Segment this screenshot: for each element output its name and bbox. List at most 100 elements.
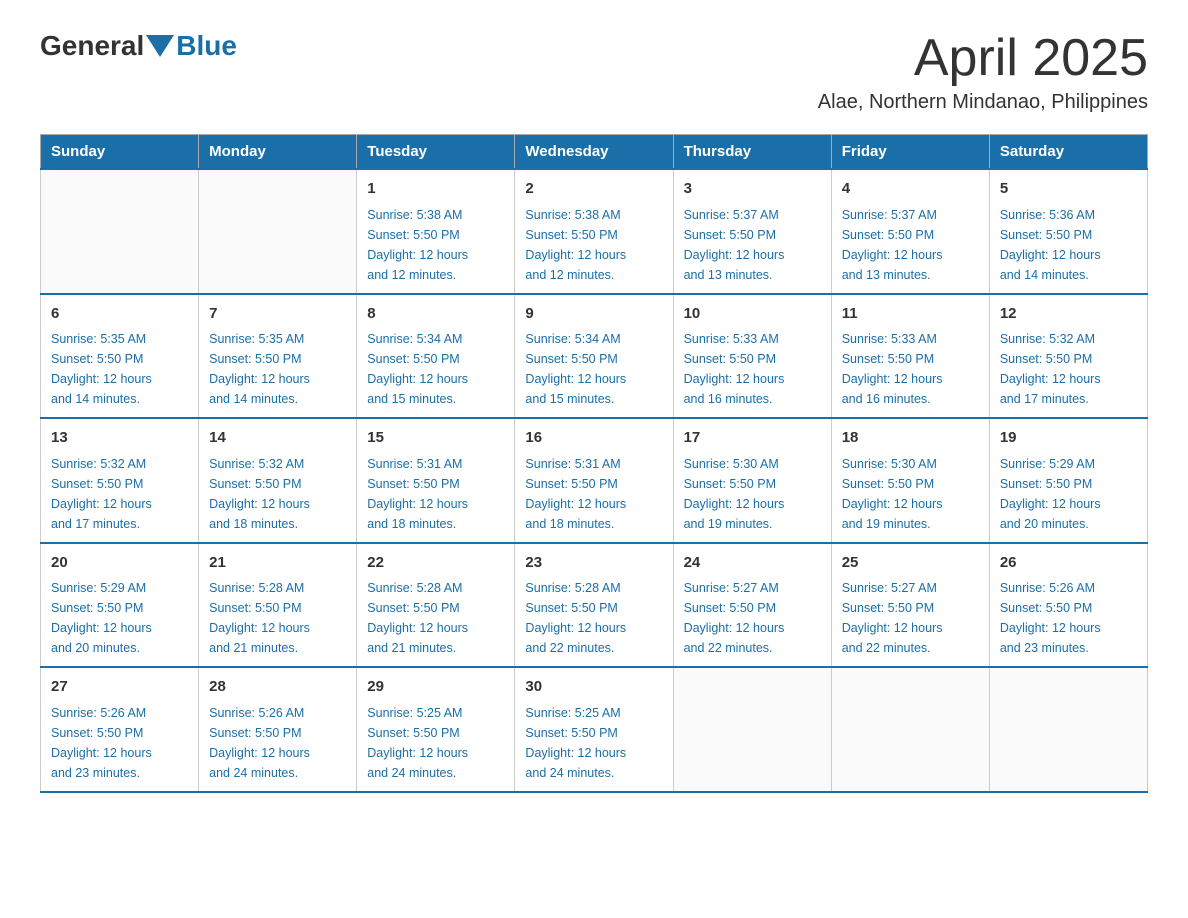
calendar-day-header: Tuesday [357, 135, 515, 170]
calendar-cell: 17 Sunrise: 5:30 AM Sunset: 5:50 PM Dayli… [673, 418, 831, 543]
day-info: Sunrise: 5:32 AM Sunset: 5:50 PM Dayligh… [209, 454, 346, 534]
day-number: 12 [1000, 303, 1137, 326]
calendar-week-row: 13 Sunrise: 5:32 AM Sunset: 5:50 PM Dayli… [41, 418, 1148, 543]
day-info: Sunrise: 5:29 AM Sunset: 5:50 PM Dayligh… [1000, 454, 1137, 534]
day-number: 4 [842, 178, 979, 201]
day-number: 17 [684, 427, 821, 450]
calendar-cell: 25Sunrise: 5:27 AM Sunset: 5:50 PM Dayli… [831, 543, 989, 668]
calendar-cell: 30 Sunrise: 5:25 AM Sunset: 5:50 PM Dayli… [515, 667, 673, 792]
calendar-cell: 8 Sunrise: 5:34 AM Sunset: 5:50 PM Daylig… [357, 294, 515, 419]
day-number: 18 [842, 427, 979, 450]
logo-triangle-icon [146, 35, 174, 57]
day-number: 5 [1000, 178, 1137, 201]
logo-general-text: General [40, 30, 144, 62]
calendar-day-header: Saturday [989, 135, 1147, 170]
calendar-title: April 2025 [818, 30, 1148, 87]
day-info: Sunrise: 5:38 AM Sunset: 5:50 PM Dayligh… [367, 205, 504, 285]
day-info: Sunrise: 5:25 AM Sunset: 5:50 PM Dayligh… [525, 703, 662, 783]
day-info: Sunrise: 5:34 AM Sunset: 5:50 PM Dayligh… [525, 329, 662, 409]
day-info: Sunrise: 5:28 AM Sunset: 5:50 PM Dayligh… [525, 578, 662, 658]
calendar-cell [41, 169, 199, 294]
day-number: 27 [51, 676, 188, 699]
day-number: 30 [525, 676, 662, 699]
day-info: Sunrise: 5:32 AM Sunset: 5:50 PM Dayligh… [1000, 329, 1137, 409]
day-info: Sunrise: 5:35 AM Sunset: 5:50 PM Dayligh… [51, 329, 188, 409]
day-info: Sunrise: 5:37 AM Sunset: 5:50 PM Dayligh… [684, 205, 821, 285]
day-info: Sunrise: 5:27 AM Sunset: 5:50 PM Dayligh… [684, 578, 821, 658]
calendar-day-header: Monday [199, 135, 357, 170]
calendar-cell [199, 169, 357, 294]
day-info: Sunrise: 5:32 AM Sunset: 5:50 PM Dayligh… [51, 454, 188, 534]
calendar-day-header: Thursday [673, 135, 831, 170]
logo: General Blue [40, 30, 237, 62]
calendar-cell: 13 Sunrise: 5:32 AM Sunset: 5:50 PM Dayli… [41, 418, 199, 543]
calendar-cell: 29Sunrise: 5:25 AM Sunset: 5:50 PM Dayli… [357, 667, 515, 792]
calendar-cell: 27 Sunrise: 5:26 AM Sunset: 5:50 PM Dayli… [41, 667, 199, 792]
day-number: 3 [684, 178, 821, 201]
calendar-week-row: 27 Sunrise: 5:26 AM Sunset: 5:50 PM Dayli… [41, 667, 1148, 792]
calendar-cell [989, 667, 1147, 792]
day-info: Sunrise: 5:26 AM Sunset: 5:50 PM Dayligh… [1000, 578, 1137, 658]
day-info: Sunrise: 5:38 AM Sunset: 5:50 PM Dayligh… [525, 205, 662, 285]
day-number: 22 [367, 552, 504, 575]
calendar-cell: 23 Sunrise: 5:28 AM Sunset: 5:50 PM Dayli… [515, 543, 673, 668]
calendar-cell: 22 Sunrise: 5:28 AM Sunset: 5:50 PM Dayli… [357, 543, 515, 668]
day-number: 2 [525, 178, 662, 201]
day-number: 29 [367, 676, 504, 699]
day-info: Sunrise: 5:33 AM Sunset: 5:50 PM Dayligh… [684, 329, 821, 409]
calendar-cell: 9 Sunrise: 5:34 AM Sunset: 5:50 PM Daylig… [515, 294, 673, 419]
calendar-cell: 16 Sunrise: 5:31 AM Sunset: 5:50 PM Dayli… [515, 418, 673, 543]
day-info: Sunrise: 5:28 AM Sunset: 5:50 PM Dayligh… [209, 578, 346, 658]
day-info: Sunrise: 5:29 AM Sunset: 5:50 PM Dayligh… [51, 578, 188, 658]
day-number: 1 [367, 178, 504, 201]
calendar-week-row: 6 Sunrise: 5:35 AM Sunset: 5:50 PM Daylig… [41, 294, 1148, 419]
calendar-cell [831, 667, 989, 792]
calendar-cell: 11 Sunrise: 5:33 AM Sunset: 5:50 PM Dayli… [831, 294, 989, 419]
calendar-cell: 10Sunrise: 5:33 AM Sunset: 5:50 PM Dayli… [673, 294, 831, 419]
day-number: 14 [209, 427, 346, 450]
day-number: 13 [51, 427, 188, 450]
calendar-week-row: 1 Sunrise: 5:38 AM Sunset: 5:50 PM Daylig… [41, 169, 1148, 294]
day-number: 16 [525, 427, 662, 450]
calendar-cell: 5 Sunrise: 5:36 AM Sunset: 5:50 PM Daylig… [989, 169, 1147, 294]
calendar-location: Alae, Northern Mindanao, Philippines [818, 91, 1148, 114]
calendar-day-header: Sunday [41, 135, 199, 170]
calendar-cell: 21Sunrise: 5:28 AM Sunset: 5:50 PM Dayli… [199, 543, 357, 668]
day-info: Sunrise: 5:35 AM Sunset: 5:50 PM Dayligh… [209, 329, 346, 409]
calendar-week-row: 20 Sunrise: 5:29 AM Sunset: 5:50 PM Dayli… [41, 543, 1148, 668]
day-info: Sunrise: 5:34 AM Sunset: 5:50 PM Dayligh… [367, 329, 504, 409]
calendar-cell: 7Sunrise: 5:35 AM Sunset: 5:50 PM Daylig… [199, 294, 357, 419]
calendar-cell: 24Sunrise: 5:27 AM Sunset: 5:50 PM Dayli… [673, 543, 831, 668]
day-info: Sunrise: 5:26 AM Sunset: 5:50 PM Dayligh… [51, 703, 188, 783]
day-info: Sunrise: 5:26 AM Sunset: 5:50 PM Dayligh… [209, 703, 346, 783]
calendar-cell: 15Sunrise: 5:31 AM Sunset: 5:50 PM Dayli… [357, 418, 515, 543]
day-info: Sunrise: 5:31 AM Sunset: 5:50 PM Dayligh… [525, 454, 662, 534]
day-number: 9 [525, 303, 662, 326]
calendar-day-header: Wednesday [515, 135, 673, 170]
calendar-cell: 1 Sunrise: 5:38 AM Sunset: 5:50 PM Daylig… [357, 169, 515, 294]
day-info: Sunrise: 5:28 AM Sunset: 5:50 PM Dayligh… [367, 578, 504, 658]
day-number: 6 [51, 303, 188, 326]
day-info: Sunrise: 5:30 AM Sunset: 5:50 PM Dayligh… [684, 454, 821, 534]
day-number: 23 [525, 552, 662, 575]
day-number: 19 [1000, 427, 1137, 450]
day-info: Sunrise: 5:27 AM Sunset: 5:50 PM Dayligh… [842, 578, 979, 658]
calendar-cell: 20 Sunrise: 5:29 AM Sunset: 5:50 PM Dayli… [41, 543, 199, 668]
calendar-cell: 4Sunrise: 5:37 AM Sunset: 5:50 PM Daylig… [831, 169, 989, 294]
day-info: Sunrise: 5:33 AM Sunset: 5:50 PM Dayligh… [842, 329, 979, 409]
day-number: 11 [842, 303, 979, 326]
calendar-day-header: Friday [831, 135, 989, 170]
calendar-cell: 28 Sunrise: 5:26 AM Sunset: 5:50 PM Dayli… [199, 667, 357, 792]
calendar-cell: 12 Sunrise: 5:32 AM Sunset: 5:50 PM Dayli… [989, 294, 1147, 419]
day-number: 28 [209, 676, 346, 699]
day-number: 20 [51, 552, 188, 575]
calendar-cell [673, 667, 831, 792]
calendar-cell: 2 Sunrise: 5:38 AM Sunset: 5:50 PM Daylig… [515, 169, 673, 294]
calendar-cell: 14 Sunrise: 5:32 AM Sunset: 5:50 PM Dayli… [199, 418, 357, 543]
day-info: Sunrise: 5:36 AM Sunset: 5:50 PM Dayligh… [1000, 205, 1137, 285]
calendar-cell: 6 Sunrise: 5:35 AM Sunset: 5:50 PM Daylig… [41, 294, 199, 419]
calendar-cell: 26Sunrise: 5:26 AM Sunset: 5:50 PM Dayli… [989, 543, 1147, 668]
logo-blue-text: Blue [176, 30, 237, 62]
calendar-header-row: SundayMondayTuesdayWednesdayThursdayFrid… [41, 135, 1148, 170]
day-number: 8 [367, 303, 504, 326]
